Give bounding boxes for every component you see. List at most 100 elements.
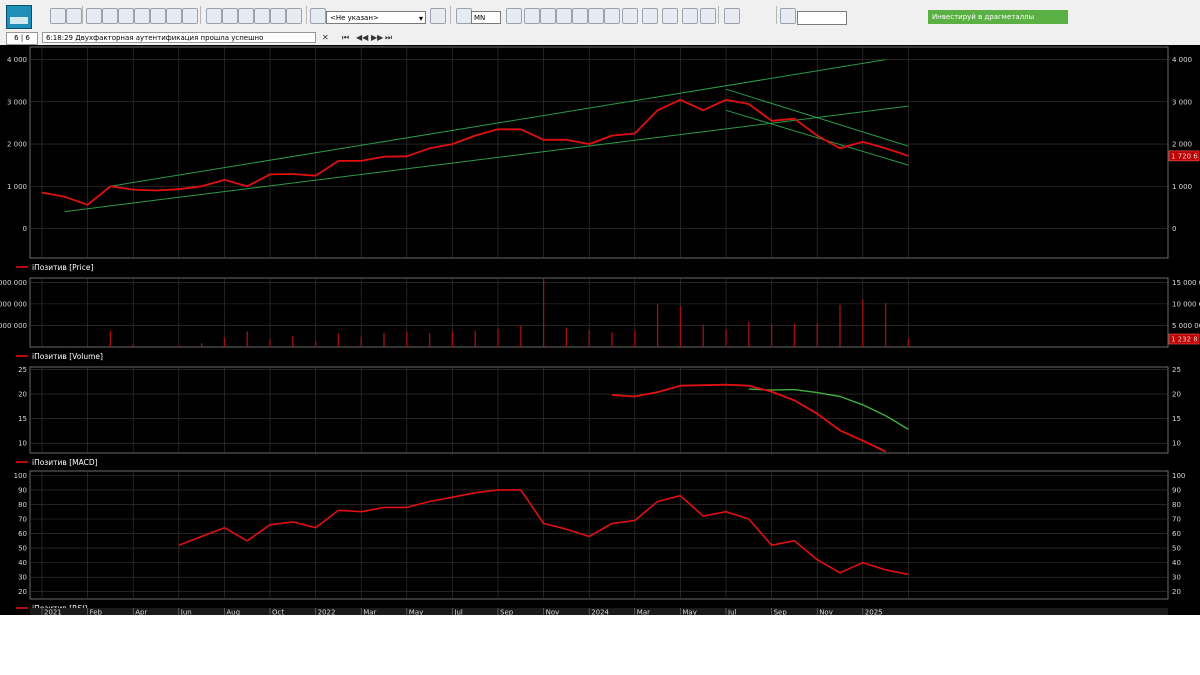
y-tick-label-left: 70 [18,516,27,524]
info-icon[interactable] [206,8,222,24]
table-icon[interactable] [150,8,166,24]
x-tick-label: 2022 [318,609,336,616]
hand-icon[interactable] [286,8,302,24]
fibonacci-icon[interactable] [682,8,698,24]
x-tick-label: Nov [819,609,833,616]
status-text: Двухфакторная аутентификация прошла успе… [75,34,264,42]
status-bar: 6 | 6 6:18:29 Двухфакторная аутентификац… [0,30,1200,46]
x-tick-label: May [409,609,423,616]
hand-icon[interactable] [254,8,270,24]
x-tick-label: Jun [180,609,192,616]
shapes-icon[interactable] [662,8,678,24]
x-tick-label: Feb [90,609,103,616]
status-time: 6:18:29 [46,34,73,42]
y-tick-label-left: 40 [18,559,27,567]
last-page-icon[interactable]: ⏭ [385,31,392,44]
add-window-icon[interactable] [86,8,102,24]
table-icon[interactable] [182,8,198,24]
y-tick-label-right: 90 [1172,486,1181,494]
main-toolbar: <Не указан> MN Инвестируй в драгметаллы [0,0,1200,31]
search-icon[interactable] [780,8,796,24]
x-tick-label: Sep [774,609,788,616]
hand-icon[interactable] [604,8,620,24]
x-tick-label: Jul [727,609,737,616]
window-icon[interactable] [102,8,118,24]
y-tick-label-left: 50 [18,545,27,553]
zoom-icon[interactable] [556,8,572,24]
timeframe-select[interactable]: MN [471,11,501,24]
table-icon[interactable] [166,8,182,24]
y-tick-label-left: 2 000 [7,141,27,149]
move-icon[interactable] [524,8,540,24]
arrow-icon[interactable] [50,8,66,24]
next-page-icon[interactable]: ▶▶ [371,31,383,44]
y-tick-label-left: 3 000 [7,98,27,106]
toolbar-divider [776,6,777,24]
y-tick-label-left: 10 [18,440,27,448]
y-tick-label-right: 4 000 [1172,56,1192,64]
y-tick-label-right: 100 [1172,472,1185,480]
y-tick-label-right: 3 000 [1172,98,1192,106]
y-tick-label-right: 10 000 0 [1172,300,1200,308]
y-tick-label-right: 50 [1172,545,1181,553]
prev-page-icon[interactable]: ◀◀ [356,31,368,44]
y-tick-label-left: 1 000 [7,183,27,191]
x-tick-label: Jul [453,609,463,616]
y-tick-label-right: 10 [1172,440,1181,448]
toolbar-divider [450,6,451,24]
x-tick-label: 2025 [865,609,883,616]
x-tick-label: Aug [226,609,240,616]
status-message: 6:18:29 Двухфакторная аутентификация про… [42,32,316,43]
chart-area[interactable]: 0 0 1 000 1 000 2 000 2 000 3 000 3 000 4 000 4 0… [0,45,1200,615]
y-tick-label-right: 15 000 0 [1172,279,1200,287]
target-icon[interactable] [540,8,556,24]
layers-icon[interactable] [700,8,716,24]
y-tick-label-right: 0 [1172,225,1176,233]
crosshair-icon[interactable] [506,8,522,24]
y-tick-label-left: 20 [18,391,27,399]
strategy-select[interactable]: <Не указан> [326,11,426,25]
y-tick-label-left: 25 [18,366,27,374]
y-tick-label-right: 70 [1172,516,1181,524]
y-tick-label-left: 100 [14,472,27,480]
hand-icon[interactable] [270,8,286,24]
search-icon[interactable] [430,8,446,24]
x-tick-label: Oct [272,609,284,616]
x-tick-label: Nov [546,609,560,616]
x-tick-label: Apr [135,609,147,616]
window-counter: 6 | 6 [6,32,38,45]
table-icon[interactable] [134,8,150,24]
y-tick-label-left: 30 [18,574,27,582]
magnet-icon[interactable] [724,8,740,24]
first-page-icon[interactable]: ⏮ [342,31,349,44]
cursor-icon[interactable] [588,8,604,24]
y-tick-label-right: 20 [1172,588,1181,596]
y-tick-label-right: 20 [1172,391,1181,399]
search-input[interactable] [797,11,847,25]
user-icon[interactable] [310,8,326,24]
window-icon[interactable] [118,8,134,24]
toolbar-divider [718,6,719,24]
hand-icon[interactable] [238,8,254,24]
y-tick-label-right: 60 [1172,530,1181,538]
y-tick-label-right: 15 [1172,415,1181,423]
toolbar-divider [200,6,201,24]
trend-line-icon[interactable] [622,8,638,24]
text-icon[interactable] [642,8,658,24]
y-tick-label-right: 80 [1172,501,1181,509]
chart-type-icon[interactable] [456,8,472,24]
ruler-icon[interactable] [572,8,588,24]
text-icon[interactable] [222,8,238,24]
y-tick-label-right: 1 000 [1172,183,1192,191]
x-tick-label: 2024 [591,609,609,616]
x-tick-label: Mar [637,609,650,616]
promo-banner[interactable]: Инвестируй в драгметаллы [928,10,1068,24]
y-tick-label-left: 000 000 [0,300,27,308]
y-tick-label-left: 4 000 [7,56,27,64]
key-icon[interactable] [66,8,82,24]
y-tick-label-left: 0 [23,225,27,233]
app-logo-icon[interactable] [6,5,32,29]
y-tick-label-right: 30 [1172,574,1181,582]
close-icon[interactable]: ✕ [322,31,329,44]
volume-pane-legend: iПозитив [Volume] [32,352,103,361]
